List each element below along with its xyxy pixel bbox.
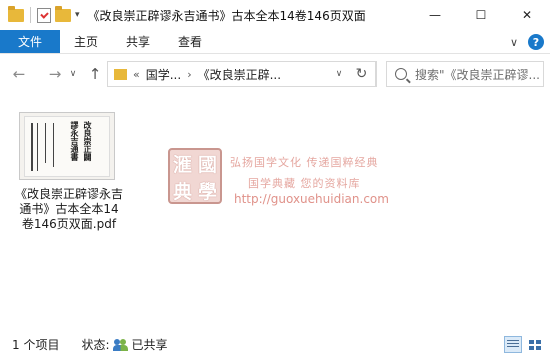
navigation-bar: ← → ∨ ↑ « 国学... › 《改良崇正辟... ∨ ↻ 搜索"《改良崇正… xyxy=(0,55,550,93)
window-controls: — ☐ ✕ xyxy=(412,0,550,30)
details-view-icon xyxy=(507,340,519,349)
rule-line xyxy=(31,123,33,171)
seal-char: 典 xyxy=(172,181,192,203)
refresh-button[interactable]: ↻ xyxy=(348,61,376,87)
ribbon-right-controls: ∨ ? xyxy=(510,30,544,54)
title-bar: ▾ 《改良崇正辟谬永吉通书》古本全本14卷146页双面 — ☐ ✕ xyxy=(0,0,550,30)
expand-ribbon-icon[interactable]: ∨ xyxy=(510,36,518,49)
file-name[interactable]: 《改良崇正辟谬永吉通书》古本全本14卷146页双面.pdf xyxy=(14,187,124,232)
large-icons-view-icon xyxy=(529,339,541,350)
tab-view[interactable]: 查看 xyxy=(164,30,216,53)
help-icon[interactable]: ? xyxy=(528,34,544,50)
state-value: 已共享 xyxy=(131,338,168,352)
new-folder-icon[interactable] xyxy=(55,5,71,22)
state-label: 状态: xyxy=(81,338,110,352)
details-view-button[interactable] xyxy=(504,336,522,353)
file-item[interactable]: 改良崇正闢 謬永吉通書 《改良崇正辟谬永吉通书》古本全本14卷146页双面.pd… xyxy=(14,107,124,257)
address-dropdown[interactable]: ∨ xyxy=(330,61,348,87)
status-bar: 1 个项目 状态: 已共享 xyxy=(0,333,550,356)
rule-line xyxy=(45,123,46,163)
tab-share[interactable]: 共享 xyxy=(112,30,164,53)
close-button[interactable]: ✕ xyxy=(504,0,550,30)
file-list-area[interactable]: 改良崇正闢 謬永吉通書 《改良崇正辟谬永吉通书》古本全本14卷146页双面.pd… xyxy=(0,93,550,333)
item-count: 1 个项目 xyxy=(12,338,60,352)
search-icon xyxy=(395,68,407,80)
watermark-tagline: 国学典藏 您的资料库 xyxy=(248,177,361,190)
tab-file[interactable]: 文件 xyxy=(0,30,61,53)
recent-locations-dropdown[interactable]: ∨ xyxy=(66,60,80,88)
breadcrumb-item[interactable]: 《改良崇正辟... xyxy=(198,66,281,83)
thumbnail-text: 謬永吉通書 xyxy=(70,121,80,161)
users-icon xyxy=(112,338,128,351)
forward-button[interactable]: → xyxy=(44,60,66,88)
watermark: 滙 國 典 學 弘扬国学文化 传递国粹经典 国学典藏 您的资料库 http://… xyxy=(168,148,408,218)
folder-icon[interactable] xyxy=(8,5,24,22)
chevron-right-icon[interactable]: › xyxy=(187,68,191,81)
tab-home[interactable]: 主页 xyxy=(60,30,112,53)
quick-access-toolbar: ▾ xyxy=(0,0,80,30)
folder-icon xyxy=(114,68,127,80)
maximize-button[interactable]: ☐ xyxy=(458,0,504,30)
back-button[interactable]: ← xyxy=(8,60,30,88)
minimize-button[interactable]: — xyxy=(412,0,458,30)
watermark-slogan: 弘扬国学文化 传递国粹经典 xyxy=(230,156,379,169)
customize-toolbar-dropdown[interactable]: ▾ xyxy=(75,10,80,20)
view-switcher xyxy=(504,336,544,353)
seal-char: 學 xyxy=(197,181,217,203)
search-input[interactable]: 搜索"《改良崇正辟谬... xyxy=(386,61,544,87)
rule-line xyxy=(37,123,38,171)
search-placeholder: 搜索"《改良崇正辟谬... xyxy=(415,67,540,82)
ribbon-tabs: 文件 主页 共享 查看 ∨ ? xyxy=(0,30,550,54)
large-icons-view-button[interactable] xyxy=(526,336,544,353)
properties-icon[interactable] xyxy=(37,7,51,23)
file-thumbnail: 改良崇正闢 謬永吉通書 xyxy=(19,112,115,180)
up-button[interactable]: ↑ xyxy=(84,60,106,88)
seal-char: 滙 xyxy=(172,154,192,176)
divider xyxy=(30,7,31,23)
window-title: 《改良崇正辟谬永吉通书》古本全本14卷146页双面 xyxy=(87,8,366,23)
seal-logo: 滙 國 典 學 xyxy=(168,148,222,204)
share-state: 状态: 已共享 xyxy=(81,336,167,353)
thumbnail-text: 改良崇正闢 xyxy=(83,121,93,161)
seal-char: 國 xyxy=(197,154,217,176)
rule-line xyxy=(53,123,54,167)
breadcrumb-overflow[interactable]: « xyxy=(133,68,140,81)
breadcrumb-item[interactable]: 国学... xyxy=(146,66,181,83)
scripture-page: 改良崇正闢 謬永吉通書 xyxy=(24,116,110,177)
watermark-url: http://guoxuehuidian.com xyxy=(234,192,389,206)
